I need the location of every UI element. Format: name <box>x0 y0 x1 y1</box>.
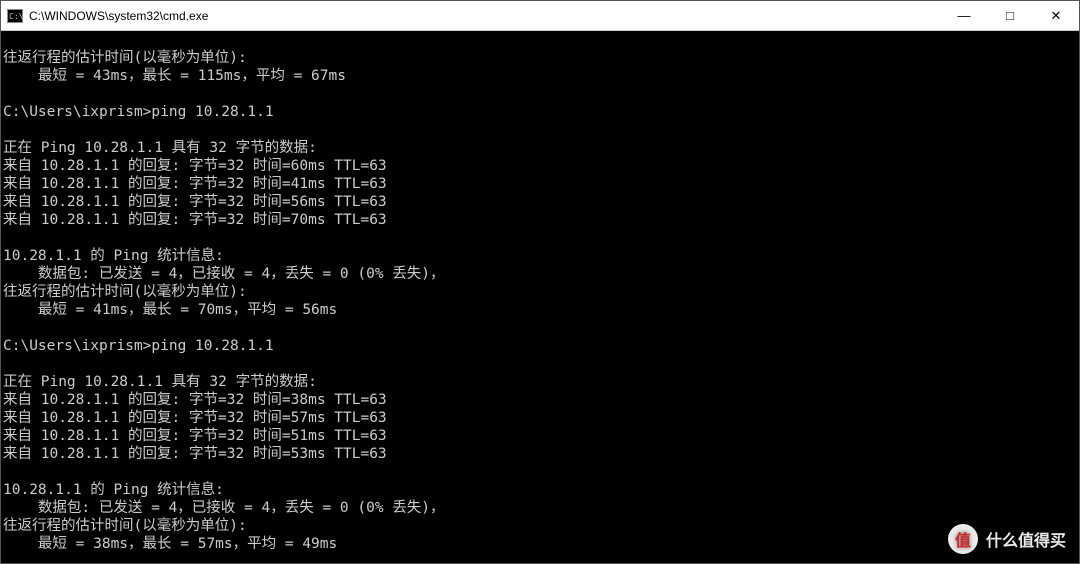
prompt: C:\Users\ixprism> <box>3 338 151 354</box>
titlebar[interactable]: C:\ C:\WINDOWS\system32\cmd.exe — □ ✕ <box>1 1 1079 31</box>
command-text: ping 10.28.1.1 <box>151 104 273 120</box>
ping-reply: 来自 10.28.1.1 的回复: 字节=32 时间=60ms TTL=63 <box>3 158 387 174</box>
ping-reply: 来自 10.28.1.1 的回复: 字节=32 时间=41ms TTL=63 <box>3 176 387 192</box>
watermark: 值 什么值得买 <box>948 524 1066 554</box>
rtt-header: 往返行程的估计时间(以毫秒为单位): <box>3 518 247 534</box>
rtt-header: 往返行程的估计时间(以毫秒为单位): <box>3 50 247 66</box>
rtt-line: 最短 = 38ms，最长 = 57ms，平均 = 49ms <box>3 536 337 552</box>
window-title: C:\WINDOWS\system32\cmd.exe <box>29 9 941 23</box>
cmd-window: C:\ C:\WINDOWS\system32\cmd.exe — □ ✕ 往返… <box>0 0 1080 564</box>
minimize-button[interactable]: — <box>941 1 987 30</box>
packets-line: 数据包: 已发送 = 4，已接收 = 4，丢失 = 0 (0% 丢失)， <box>3 500 445 516</box>
watermark-text: 什么值得买 <box>986 527 1066 551</box>
ping-header: 正在 Ping 10.28.1.1 具有 32 字节的数据: <box>3 140 317 156</box>
ping-reply: 来自 10.28.1.1 的回复: 字节=32 时间=70ms TTL=63 <box>3 212 387 228</box>
stats-header: 10.28.1.1 的 Ping 统计信息: <box>3 482 224 498</box>
rtt-line: 最短 = 41ms，最长 = 70ms，平均 = 56ms <box>3 302 337 318</box>
window-controls: — □ ✕ <box>941 1 1079 30</box>
packets-line: 数据包: 已发送 = 4，已接收 = 4，丢失 = 0 (0% 丢失)， <box>3 266 445 282</box>
ping-header: 正在 Ping 10.28.1.1 具有 32 字节的数据: <box>3 374 317 390</box>
command-text: ping 10.28.1.1 <box>151 338 273 354</box>
ping-reply: 来自 10.28.1.1 的回复: 字节=32 时间=53ms TTL=63 <box>3 446 387 462</box>
rtt-line: 最短 = 43ms，最长 = 115ms，平均 = 67ms <box>3 68 346 84</box>
terminal-output[interactable]: 往返行程的估计时间(以毫秒为单位): 最短 = 43ms，最长 = 115ms，… <box>1 31 1079 563</box>
ping-reply: 来自 10.28.1.1 的回复: 字节=32 时间=51ms TTL=63 <box>3 428 387 444</box>
close-button[interactable]: ✕ <box>1033 1 1079 30</box>
ping-reply: 来自 10.28.1.1 的回复: 字节=32 时间=56ms TTL=63 <box>3 194 387 210</box>
watermark-badge-icon: 值 <box>948 524 978 554</box>
ping-reply: 来自 10.28.1.1 的回复: 字节=32 时间=57ms TTL=63 <box>3 410 387 426</box>
rtt-header: 往返行程的估计时间(以毫秒为单位): <box>3 284 247 300</box>
ping-reply: 来自 10.28.1.1 的回复: 字节=32 时间=38ms TTL=63 <box>3 392 387 408</box>
prompt: C:\Users\ixprism> <box>3 104 151 120</box>
cmd-icon: C:\ <box>7 9 23 23</box>
maximize-button[interactable]: □ <box>987 1 1033 30</box>
stats-header: 10.28.1.1 的 Ping 统计信息: <box>3 248 224 264</box>
